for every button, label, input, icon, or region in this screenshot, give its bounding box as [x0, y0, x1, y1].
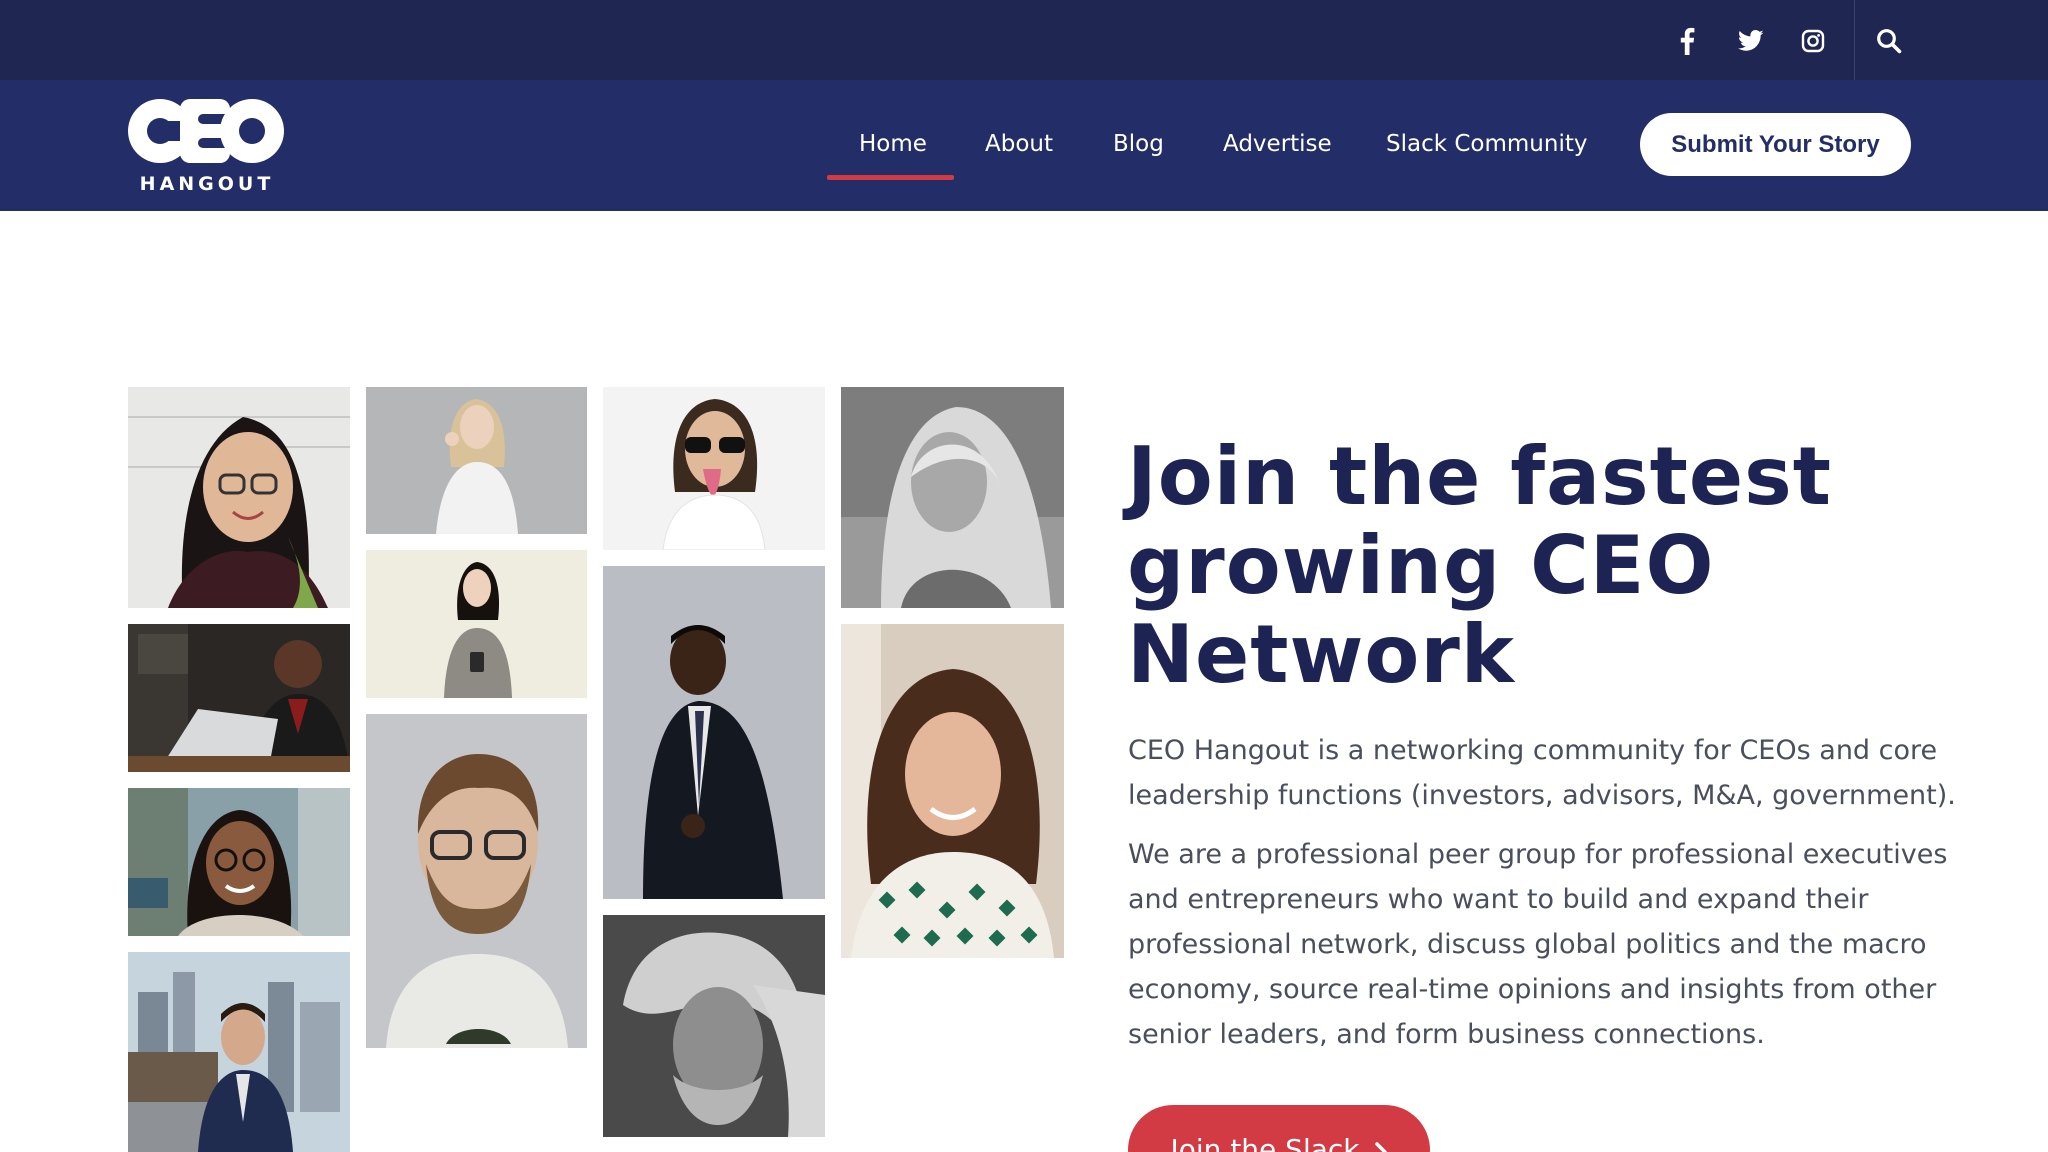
portrait-woman-curly-hair — [841, 624, 1064, 958]
join-slack-button[interactable]: Join the Slack — [1128, 1105, 1430, 1152]
nav-item-advertise[interactable]: Advertise — [1223, 124, 1332, 164]
portrait-man-suit-dark — [603, 566, 825, 899]
portrait-man-laptop — [128, 624, 350, 772]
nav-item-about[interactable]: About — [985, 124, 1053, 164]
hero-intro-paragraph: CEO Hangout is a networking community fo… — [1128, 735, 1956, 811]
portrait-woman-bw — [841, 387, 1064, 608]
join-slack-label: Join the Slack — [1170, 1133, 1360, 1152]
top-utility-bar — [0, 0, 2048, 80]
nav-item-slack-community[interactable]: Slack Community — [1386, 124, 1587, 164]
hero-headline-line-2: growing CEO — [1127, 519, 1715, 612]
facebook-icon[interactable] — [1672, 26, 1702, 56]
portrait-man-glasses-beard — [366, 714, 587, 1048]
nav-active-indicator — [827, 175, 954, 180]
nav-item-blog[interactable]: Blog — [1113, 124, 1164, 164]
portrait-blonde-woman-white-shirt — [366, 387, 587, 534]
portrait-man-sunglasses — [603, 387, 825, 550]
portrait-man-bw-long-hair — [603, 915, 825, 1137]
logo-mark — [128, 99, 284, 163]
search-icon[interactable] — [1876, 28, 1906, 58]
instagram-icon[interactable] — [1799, 26, 1827, 56]
topbar-divider — [1854, 0, 1855, 80]
portrait-woman-phone — [366, 550, 587, 698]
chevron-right-icon — [1374, 1133, 1388, 1152]
portrait-woman-glasses — [128, 387, 350, 608]
portrait-woman-street — [128, 788, 350, 936]
hero-headline-line-1: Join the fastest — [1127, 430, 1833, 523]
logo-subtitle: HANGOUT — [139, 173, 275, 195]
submit-story-button[interactable]: Submit Your Story — [1640, 113, 1911, 176]
main-navbar: HANGOUT Home About Blog Advertise Slack … — [0, 80, 2048, 211]
hero-headline: Join the fastest growing CEO Network — [1127, 432, 1927, 699]
ceo-hangout-logo[interactable]: HANGOUT — [128, 94, 286, 198]
portrait-man-suit-city — [128, 952, 350, 1152]
twitter-icon[interactable] — [1734, 26, 1768, 56]
nav-item-home[interactable]: Home — [859, 124, 927, 164]
hero-description-paragraph: We are a professional peer group for pro… — [1128, 839, 1948, 1050]
hero-headline-line-3: Network — [1127, 608, 1515, 701]
